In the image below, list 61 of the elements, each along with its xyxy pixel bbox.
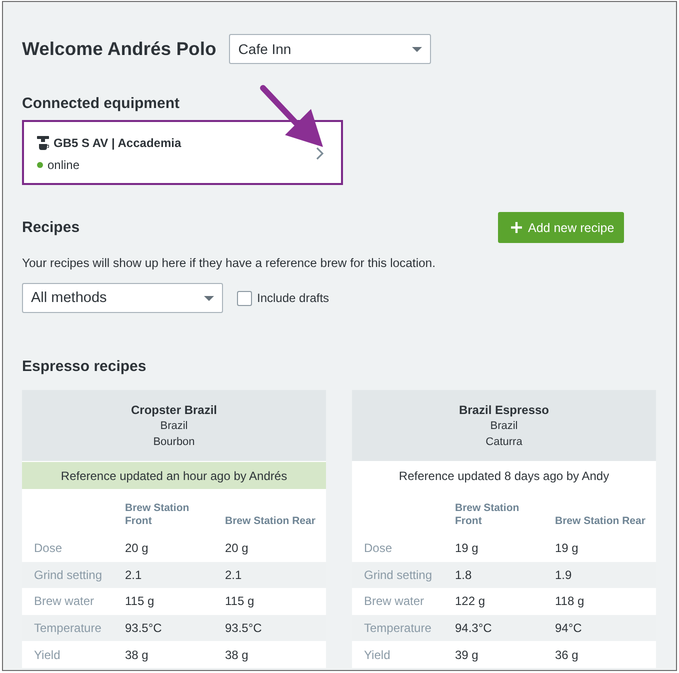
table-cell-text: 20 g	[225, 541, 250, 556]
table-cell-text: 19 g	[555, 541, 580, 556]
table-cell-text: 94.3°C	[455, 621, 493, 636]
section-heading: Recipes	[22, 219, 80, 236]
table-cell-text: 1.8	[455, 568, 473, 582]
table-cell-text: 19 g	[455, 541, 480, 556]
table-cell-text: 93.5°C	[125, 621, 163, 636]
row-label: Grind setting	[364, 568, 434, 582]
caret-icon	[204, 296, 214, 300]
recipes-description: Your recipes will show up here if they have a reference brew for this location.	[22, 255, 436, 271]
location-select[interactable]: Cafe Inn	[229, 34, 432, 64]
table-cell-text: 38 g	[125, 648, 150, 662]
row-label: Brew water	[364, 594, 426, 608]
table-cell-text: 93.5°C	[225, 621, 263, 636]
recipe-origin: Brazil	[160, 419, 188, 434]
recipe-title: Cropster Brazil	[130, 402, 218, 418]
table-cell-text: 122 g	[455, 594, 486, 608]
include-drafts-checkbox[interactable]	[237, 290, 252, 306]
row-label: Brew water	[34, 594, 96, 608]
column-header: Brew Station Rear	[225, 515, 316, 528]
table-cell-text: 2.1	[225, 568, 243, 582]
table-cell-text: 36 g	[555, 648, 580, 662]
recipe-variety: Bourbon	[153, 435, 195, 450]
annotation-arrow	[260, 85, 323, 147]
section-heading: Espresso recipes	[22, 358, 148, 376]
table-cell-text: 38 g	[225, 648, 250, 662]
row-label: Yield	[364, 648, 392, 662]
table-cell-text: 20 g	[125, 541, 150, 556]
row-label: Temperature	[364, 621, 432, 636]
caret-icon	[412, 46, 422, 52]
equipment-name: GB5 S AV | Accademia	[54, 136, 182, 150]
recipe-card[interactable]	[352, 390, 656, 668]
welcome-title: Welcome Andrés Polo	[22, 38, 216, 60]
table-cell-text: 39 g	[455, 648, 480, 662]
table-cell-text: 115 g	[125, 594, 156, 608]
column-header: Brew Station Rear	[555, 515, 646, 528]
section-heading: Connected equipment	[22, 95, 181, 113]
method-select[interactable]: All methods	[22, 283, 223, 313]
reference-banner: Reference updated an hour ago by Andrés	[22, 462, 326, 489]
table-cell-text: 94°C	[555, 621, 583, 636]
row-label: Yield	[34, 648, 62, 662]
row-label: Grind setting	[34, 568, 104, 582]
chevron-right-icon	[316, 147, 324, 160]
recipe-origin: Brazil	[490, 419, 518, 434]
recipe-card[interactable]	[22, 390, 326, 668]
row-label: Dose	[34, 541, 64, 556]
table-cell-text: 2.1	[125, 568, 143, 582]
table-cell-text: 118 g	[555, 594, 586, 608]
table-cell-text: 115 g	[225, 594, 256, 608]
column-header: Brew Station Front	[125, 502, 190, 528]
coffee-machine-icon	[36, 136, 48, 150]
equipment-status: online	[48, 158, 80, 172]
column-header: Brew Station Front	[455, 502, 520, 528]
row-label: Dose	[364, 541, 394, 556]
recipe-variety: Caturra	[486, 435, 522, 450]
table-cell-text: 1.9	[555, 568, 573, 582]
plus-icon	[511, 222, 522, 233]
row-label: Temperature	[34, 621, 102, 636]
recipe-title: Brazil Espresso	[458, 402, 550, 418]
include-drafts-label[interactable]: Include drafts	[257, 291, 330, 305]
equipment-card[interactable]: GB5 S AV | Accademia online	[22, 120, 343, 185]
